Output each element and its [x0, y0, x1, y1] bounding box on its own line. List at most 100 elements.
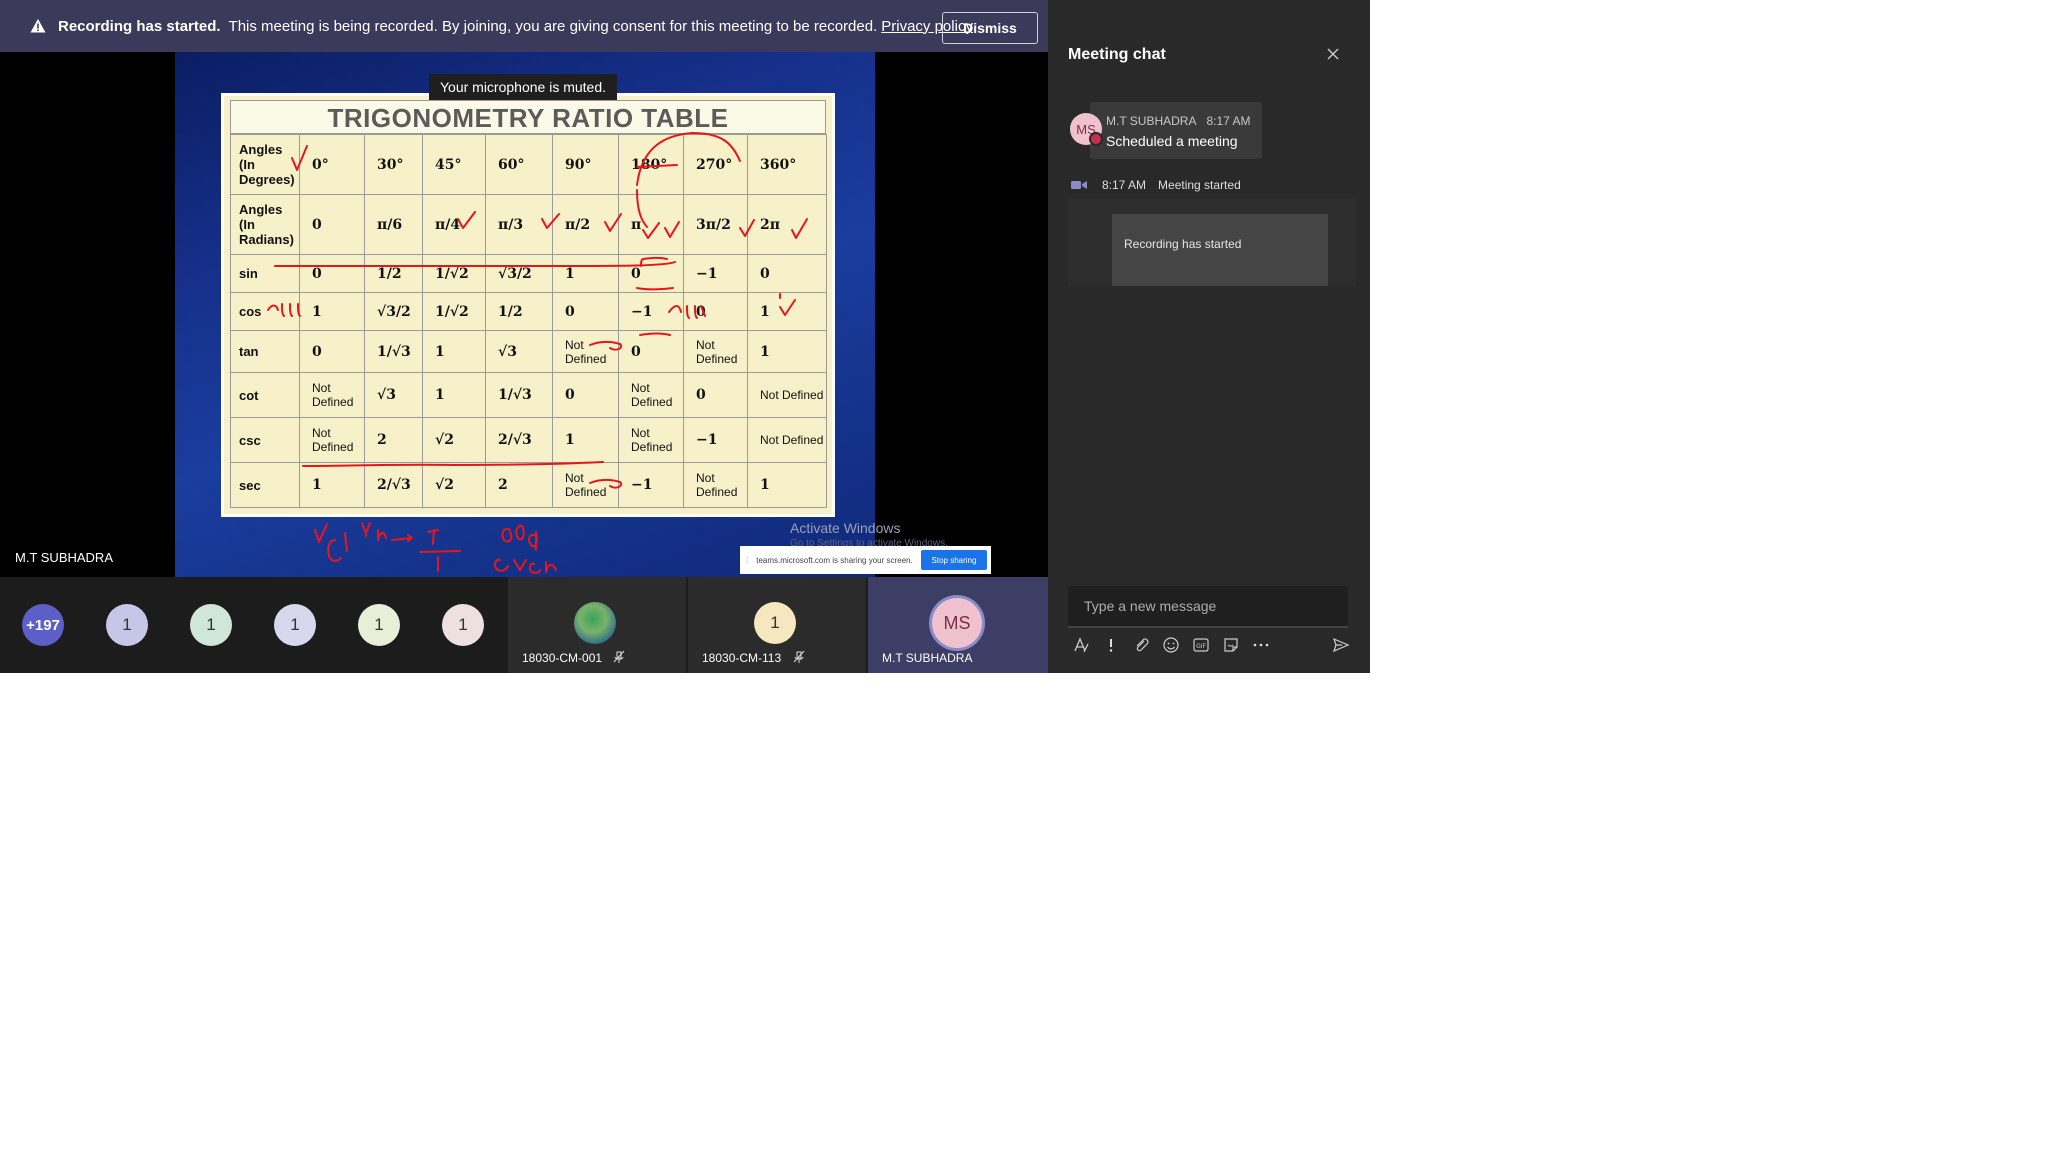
trig-cell: 1 [552, 254, 619, 293]
participant-initial: 1 [770, 613, 780, 632]
trig-cell: 0 [299, 194, 365, 255]
participant-bubble[interactable]: 1 [442, 604, 484, 646]
trig-cell: 2 [485, 462, 553, 508]
participant-bubble[interactable]: 1 [190, 604, 232, 646]
trig-cell: 90° [552, 134, 619, 195]
trig-cell: 2/√3 [364, 462, 423, 508]
format-icon[interactable] [1072, 636, 1090, 654]
trig-cell: Not Defined [618, 372, 684, 418]
recording-banner: Recording has started. This meeting is b… [0, 0, 1048, 52]
more-options-icon[interactable] [1252, 636, 1270, 654]
trig-cell: 1/2 [364, 254, 423, 293]
trig-cell: −1 [618, 462, 684, 508]
system-text: Meeting started [1158, 178, 1241, 192]
warning-icon [30, 19, 46, 33]
sticker-icon[interactable] [1222, 636, 1240, 654]
trig-row-header: cot [230, 372, 300, 418]
trig-cell: 1 [747, 462, 827, 508]
slide-title: TRIGONOMETRY RATIO TABLE [230, 100, 826, 134]
participant-count: 1 [206, 615, 216, 634]
trig-cell: 30° [364, 134, 423, 195]
trig-row: cot Not Defined √3 1 1/√3 0 Not Defined 0 Not De… [230, 372, 827, 418]
close-icon[interactable] [1323, 44, 1343, 64]
screen-sharing-bar: ⁞ teams.microsoft.com is sharing your sc… [740, 546, 991, 574]
participant-count: 1 [122, 615, 132, 634]
participant-count: 1 [374, 615, 384, 634]
trig-row-header: cos [230, 292, 300, 331]
trig-cell: 1 [747, 330, 827, 373]
trig-cell: 60° [485, 134, 553, 195]
trig-cell: 1 [422, 330, 486, 373]
teams-meeting-window: Recording has started. This meeting is b… [0, 0, 1370, 673]
mic-off-icon [613, 650, 625, 663]
gif-icon[interactable]: GIF [1192, 636, 1210, 654]
chat-message-meta: M.T SUBHADRA 8:17 AM [1106, 114, 1251, 128]
trig-cell: 1/2 [485, 292, 553, 331]
participant-count: 1 [458, 615, 468, 634]
participant-bubble[interactable]: 1 [106, 604, 148, 646]
chat-message-text: Scheduled a meeting [1106, 133, 1238, 149]
trig-cell: 0 [618, 330, 684, 373]
overflow-count: +197 [26, 616, 60, 634]
participant-tile-self[interactable]: MS M.T SUBHADRA [868, 577, 1048, 673]
trig-cell: √3/2 [364, 292, 423, 331]
participant-tile[interactable]: 1 18030-CM-113 [688, 577, 866, 673]
trig-cell: 1 [299, 292, 365, 331]
send-icon[interactable] [1332, 636, 1350, 654]
trig-row: Angles (In Degrees) 0° 30° 45° 60° 90° 180° 270… [230, 134, 827, 195]
recording-card-text: Recording has started [1124, 237, 1242, 251]
important-icon[interactable] [1102, 636, 1120, 654]
banner-message: This meeting is being recorded. By joini… [228, 17, 878, 35]
trig-cell: −1 [683, 417, 748, 463]
trig-row: sin 0 1/2 1/√2 √3/2 1 0 −1 0 [230, 254, 827, 293]
trig-row-header: csc [230, 417, 300, 463]
emoji-icon[interactable] [1162, 636, 1180, 654]
trig-cell: Not Defined [299, 417, 365, 463]
trig-cell: Not Defined [683, 330, 748, 373]
trig-table: Angles (In Degrees) 0° 30° 45° 60° 90° 180° 270… [230, 134, 827, 508]
participant-bubble[interactable]: 1 [274, 604, 316, 646]
chat-sender: M.T SUBHADRA [1106, 114, 1197, 128]
presence-busy-icon [1089, 132, 1103, 146]
chat-time: 8:17 AM [1206, 114, 1251, 128]
trig-cell: π [618, 194, 684, 255]
trig-cell: 1/√3 [364, 330, 423, 373]
trig-cell: √2 [422, 417, 486, 463]
participant-tile[interactable]: 18030-CM-001 [508, 577, 686, 673]
trig-cell: Not Defined [552, 462, 619, 508]
trig-cell: 1 [747, 292, 827, 331]
trig-row-header: tan [230, 330, 300, 373]
trig-slide: TRIGONOMETRY RATIO TABLE Angles (In Degr… [221, 93, 835, 517]
mic-muted-toast: Your microphone is muted. [429, 74, 617, 100]
trig-cell: 1 [552, 417, 619, 463]
compose-message-input[interactable]: Type a new message [1068, 586, 1348, 628]
trig-row-header: Angles (In Degrees) [230, 134, 300, 195]
trig-cell: 0° [299, 134, 365, 195]
participant-name: 18030-CM-001 [522, 651, 603, 665]
trig-cell: 0 [683, 372, 748, 418]
trig-row-header: sec [230, 462, 300, 508]
trig-row: tan 0 1/√3 1 √3 Not Defined 0 Not Defined 1 [230, 330, 827, 373]
trig-cell: 1 [299, 462, 365, 508]
trig-cell: √2 [422, 462, 486, 508]
participant-photo-avatar [574, 602, 616, 644]
stop-sharing-button[interactable]: Stop sharing [921, 550, 987, 570]
sharebar-grip-icon: ⁞ [746, 555, 749, 565]
participant-bubble[interactable]: 1 [358, 604, 400, 646]
overflow-participants-button[interactable]: +197 [22, 604, 64, 646]
participant-name: 18030-CM-113 [702, 651, 782, 665]
participant-name: M.T SUBHADRA [882, 651, 973, 665]
meeting-chat-panel: Meeting chat MS M.T SUBHADRA 8:17 AM Sch… [1048, 0, 1370, 673]
trig-cell: √3 [485, 330, 553, 373]
trig-cell: 45° [422, 134, 486, 195]
recording-started-card[interactable]: Recording has started [1112, 214, 1328, 286]
attach-icon[interactable] [1132, 636, 1150, 654]
meeting-stage: Recording has started. This meeting is b… [0, 0, 1048, 577]
meeting-started-event: 8:17 AM Meeting started [1070, 178, 1241, 192]
chat-message-bubble [1090, 102, 1262, 159]
trig-cell: 270° [683, 134, 748, 195]
system-time: 8:17 AM [1102, 178, 1147, 192]
trig-row: Angles (In Radians) 0 π/6 π/4 π/3 π/2 π 3π/2 2π [230, 194, 827, 255]
dismiss-button[interactable]: Dismiss [942, 12, 1038, 44]
sharing-text: teams.microsoft.com is sharing your scre… [756, 555, 913, 565]
